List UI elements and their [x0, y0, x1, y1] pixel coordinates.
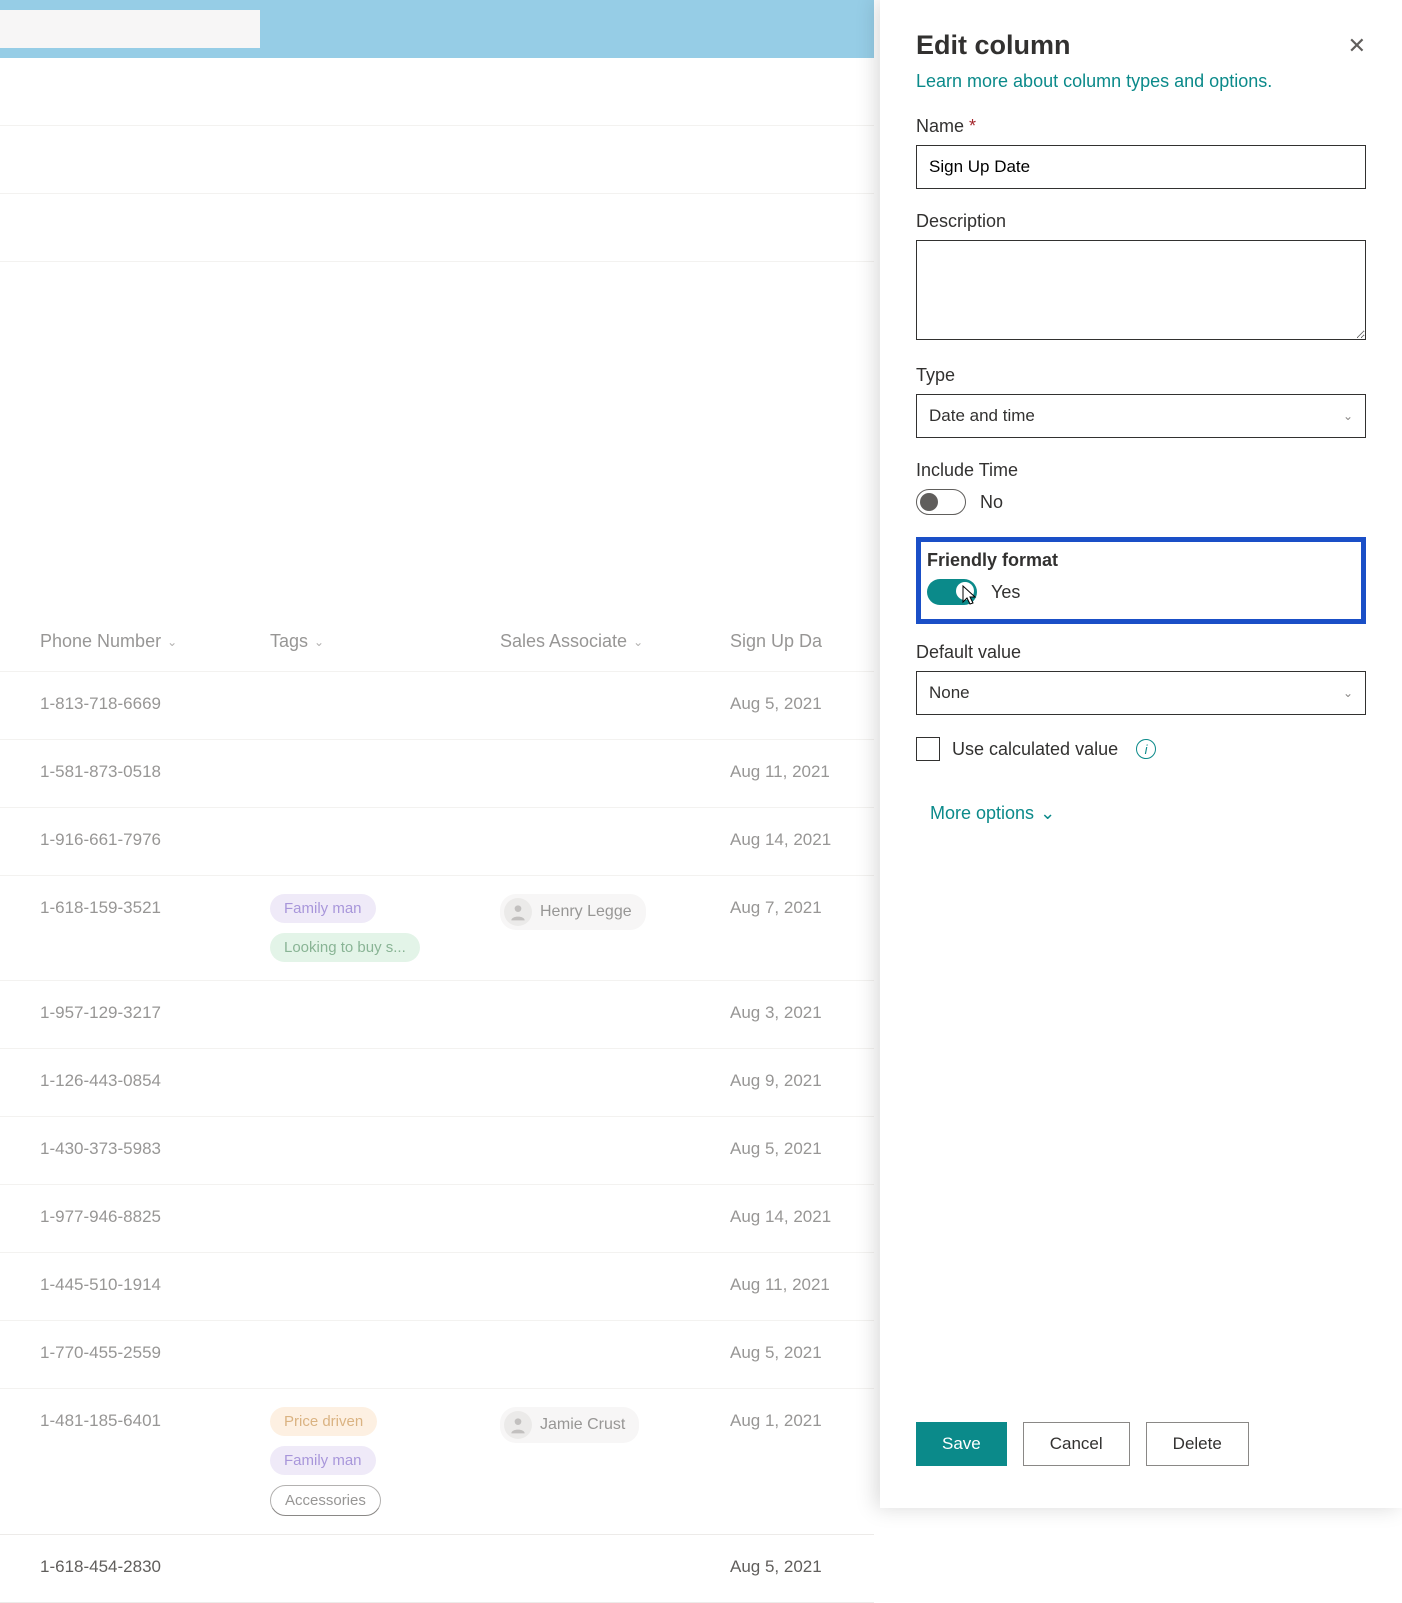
table-row[interactable]: 1-126-443-0854 Aug 9, 2021: [0, 1049, 874, 1117]
friendly-format-label: Friendly format: [927, 550, 1351, 571]
list-area: Phone Number⌄ Tags⌄ Sales Associate⌄ Sig…: [0, 58, 874, 1603]
close-button[interactable]: ✕: [1348, 33, 1366, 59]
phone-cell: 1-957-129-3217: [40, 999, 270, 1023]
date-cell: Aug 14, 2021: [730, 826, 854, 850]
date-cell: Aug 5, 2021: [730, 1553, 854, 1577]
include-time-label: Include Time: [916, 460, 1366, 481]
tag-pill[interactable]: Looking to buy s...: [270, 933, 420, 962]
more-options-toggle[interactable]: More options ⌄: [930, 803, 1366, 824]
chevron-down-icon: ⌄: [1040, 803, 1055, 824]
table-row[interactable]: 1-770-455-2559 Aug 5, 2021: [0, 1321, 874, 1389]
table-row[interactable]: 1-430-373-5983 Aug 5, 2021: [0, 1117, 874, 1185]
friendly-format-highlight: Friendly format Yes: [916, 537, 1366, 624]
table-row[interactable]: 1-618-159-3521Family man Looking to buy s…: [0, 876, 874, 981]
table-row[interactable]: 1-957-129-3217 Aug 3, 2021: [0, 981, 874, 1049]
cancel-button[interactable]: Cancel: [1023, 1422, 1130, 1466]
column-header-sales-associate[interactable]: Sales Associate⌄: [500, 631, 730, 652]
name-input[interactable]: [916, 145, 1366, 189]
name-label: Name *: [916, 116, 1366, 137]
search-input[interactable]: [0, 10, 260, 48]
include-time-value: No: [980, 492, 1003, 513]
info-icon[interactable]: i: [1136, 739, 1156, 759]
table-row[interactable]: 1-481-185-6401Price driven Family man Acce…: [0, 1389, 874, 1535]
table-row[interactable]: 1-916-661-7976 Aug 14, 2021: [0, 808, 874, 876]
associate-pill[interactable]: Jamie Crust: [500, 1407, 639, 1443]
phone-cell: 1-770-455-2559: [40, 1339, 270, 1363]
panel-title: Edit column: [916, 30, 1071, 61]
table-row[interactable]: 1-445-510-1914 Aug 11, 2021: [0, 1253, 874, 1321]
top-bar: [0, 0, 874, 58]
description-input[interactable]: [916, 240, 1366, 340]
tag-pill[interactable]: Price driven: [270, 1407, 377, 1436]
phone-cell: 1-430-373-5983: [40, 1135, 270, 1159]
include-time-toggle[interactable]: [916, 489, 966, 515]
associate-cell: Henry Legge: [500, 894, 730, 930]
edit-column-panel: Edit column ✕ Learn more about column ty…: [880, 0, 1402, 1508]
chevron-down-icon: ⌄: [314, 635, 324, 649]
tags-cell: Price driven Family man Accessories: [270, 1407, 500, 1516]
date-cell: Aug 5, 2021: [730, 690, 854, 714]
table-row[interactable]: 1-618-454-2830 Aug 5, 2021: [0, 1535, 874, 1603]
date-cell: Aug 14, 2021: [730, 1203, 854, 1227]
calculated-value-checkbox[interactable]: [916, 737, 940, 761]
date-cell: Aug 5, 2021: [730, 1135, 854, 1159]
phone-cell: 1-916-661-7976: [40, 826, 270, 850]
chevron-down-icon: ⌄: [1343, 686, 1353, 700]
table-row[interactable]: 1-581-873-0518 Aug 11, 2021: [0, 740, 874, 808]
phone-cell: 1-445-510-1914: [40, 1271, 270, 1295]
column-header-sign-up-date[interactable]: Sign Up Da: [730, 631, 854, 652]
phone-cell: 1-581-873-0518: [40, 758, 270, 782]
tags-cell: Family man Looking to buy s...: [270, 894, 500, 962]
associate-pill[interactable]: Henry Legge: [500, 894, 646, 930]
phone-cell: 1-813-718-6669: [40, 690, 270, 714]
phone-cell: 1-481-185-6401: [40, 1407, 270, 1431]
phone-cell: 1-126-443-0854: [40, 1067, 270, 1091]
chevron-down-icon: ⌄: [167, 635, 177, 649]
tag-pill[interactable]: Family man: [270, 894, 376, 923]
phone-cell: 1-618-454-2830: [40, 1553, 270, 1577]
type-select[interactable]: Date and time ⌄: [916, 394, 1366, 438]
phone-cell: 1-977-946-8825: [40, 1203, 270, 1227]
default-value-label: Default value: [916, 642, 1366, 663]
default-value-select[interactable]: None ⌄: [916, 671, 1366, 715]
person-icon: [504, 898, 532, 926]
column-header-row: Phone Number⌄ Tags⌄ Sales Associate⌄ Sig…: [0, 612, 874, 672]
date-cell: Aug 11, 2021: [730, 758, 854, 782]
associate-cell: Jamie Crust: [500, 1407, 730, 1443]
description-label: Description: [916, 211, 1366, 232]
calculated-value-label: Use calculated value: [952, 739, 1118, 760]
chevron-down-icon: ⌄: [633, 635, 643, 649]
phone-cell: 1-618-159-3521: [40, 894, 270, 918]
column-header-tags[interactable]: Tags⌄: [270, 631, 500, 652]
chevron-down-icon: ⌄: [1343, 409, 1353, 423]
date-cell: Aug 7, 2021: [730, 894, 854, 918]
tag-pill[interactable]: Accessories: [270, 1485, 381, 1516]
column-header-phone[interactable]: Phone Number⌄: [40, 631, 270, 652]
save-button[interactable]: Save: [916, 1422, 1007, 1466]
table-row[interactable]: 1-813-718-6669 Aug 5, 2021: [0, 672, 874, 740]
date-cell: Aug 9, 2021: [730, 1067, 854, 1091]
type-label: Type: [916, 365, 1366, 386]
learn-more-link[interactable]: Learn more about column types and option…: [916, 71, 1366, 92]
delete-button[interactable]: Delete: [1146, 1422, 1249, 1466]
date-cell: Aug 3, 2021: [730, 999, 854, 1023]
date-cell: Aug 5, 2021: [730, 1339, 854, 1363]
tag-pill[interactable]: Family man: [270, 1446, 376, 1475]
person-icon: [504, 1411, 532, 1439]
friendly-format-toggle[interactable]: [927, 579, 977, 605]
date-cell: Aug 1, 2021: [730, 1407, 854, 1431]
table-row[interactable]: 1-977-946-8825 Aug 14, 2021: [0, 1185, 874, 1253]
date-cell: Aug 11, 2021: [730, 1271, 854, 1295]
friendly-format-value: Yes: [991, 582, 1020, 603]
